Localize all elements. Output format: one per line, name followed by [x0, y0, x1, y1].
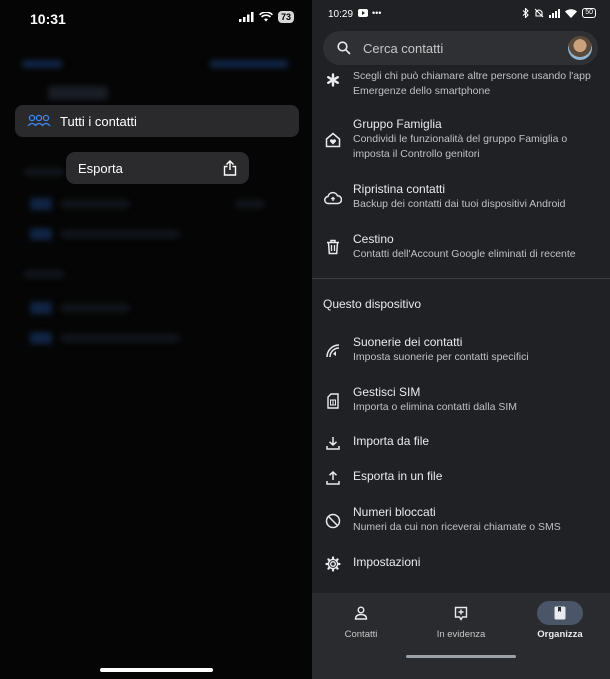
manage-sim-row[interactable]: Gestisci SIM Importa o elimina contatti …	[312, 385, 610, 419]
section-divider	[312, 278, 610, 279]
signal-icon	[549, 8, 561, 18]
row-subtitle: Contatti dell'Account Google eliminati d…	[353, 248, 576, 260]
search-icon	[337, 41, 351, 55]
android-screen: 10:29 ••• 50 Cerca contatti Scegli chi p…	[312, 0, 610, 679]
signal-icon	[238, 12, 254, 22]
row-subtitle: Numeri da cui non riceverai chiamate o S…	[353, 521, 561, 533]
row-title: Gestisci SIM	[353, 385, 421, 399]
youtube-icon	[358, 9, 368, 17]
export-to-file-row[interactable]: Esporta in un file	[312, 469, 610, 487]
row-title: Suonerie dei contatti	[353, 335, 463, 349]
more-notifications-icon: •••	[372, 8, 382, 18]
highlight-icon	[454, 606, 468, 621]
home-indicator[interactable]	[100, 668, 213, 672]
bottom-navigation: Contatti In evidenza Organizza	[312, 593, 610, 679]
nav-label: In evidenza	[436, 629, 486, 640]
ringtone-icon	[326, 344, 340, 358]
export-label: Esporta	[78, 160, 123, 176]
organize-icon	[554, 606, 566, 620]
nav-label: Contatti	[344, 629, 378, 640]
wifi-icon	[565, 8, 578, 18]
battery-indicator: 50	[582, 8, 596, 18]
row-title: Esporta in un file	[353, 469, 443, 483]
gesture-bar[interactable]	[406, 655, 516, 658]
import-from-file-row[interactable]: Importa da file	[312, 434, 610, 452]
ios-screen: 10:31 73 Tutti i contatti Esporta	[0, 0, 312, 679]
wifi-icon	[259, 12, 273, 22]
bluetooth-icon	[522, 8, 530, 18]
row-title: Gruppo Famiglia	[353, 117, 442, 131]
row-title: Importa da file	[353, 434, 430, 448]
restore-contacts-row[interactable]: Ripristina contatti Backup dei contatti …	[312, 182, 610, 216]
android-status-bar: 10:29 ••• 50	[312, 0, 610, 28]
cloud-restore-icon	[324, 191, 342, 205]
download-icon	[326, 437, 340, 450]
contact-ringtones-row[interactable]: Suonerie dei contatti Imposta suonerie p…	[312, 335, 610, 369]
block-icon	[325, 513, 341, 529]
search-bar[interactable]: Cerca contatti	[323, 31, 598, 65]
account-avatar[interactable]	[568, 36, 592, 60]
family-group-row[interactable]: Gruppo Famiglia Condividi le funzionalit…	[312, 117, 610, 165]
mute-icon	[534, 8, 544, 18]
gear-icon	[325, 556, 341, 572]
group-icon	[27, 114, 51, 127]
share-icon	[223, 160, 237, 176]
family-home-icon	[325, 132, 341, 148]
nav-tab-organize[interactable]: Organizza	[515, 601, 605, 640]
row-subtitle: Importa o elimina contatti dalla SIM	[353, 401, 517, 413]
status-time: 10:29	[328, 9, 354, 20]
battery-indicator: 73	[277, 11, 294, 23]
all-contacts-item[interactable]: Tutti i contatti	[15, 105, 299, 137]
row-title: Numeri bloccati	[353, 505, 436, 519]
all-contacts-label: Tutti i contatti	[60, 113, 137, 129]
person-icon	[354, 606, 368, 620]
row-subtitle: Imposta suonerie per contatti specifici	[353, 351, 529, 363]
sim-card-icon	[327, 393, 339, 409]
trash-icon	[327, 239, 339, 255]
nav-tab-highlights[interactable]: In evidenza	[416, 601, 506, 640]
search-placeholder: Cerca contatti	[363, 40, 444, 56]
nav-label: Organizza	[537, 629, 583, 640]
row-subtitle: Backup dei contatti dai tuoi dispositivi…	[353, 198, 566, 210]
blocked-numbers-row[interactable]: Numeri bloccati Numeri da cui non riceve…	[312, 505, 610, 539]
row-title: Cestino	[353, 232, 394, 246]
emergency-contacts-row[interactable]: Scegli chi può chiamare altre persone us…	[312, 69, 610, 101]
nav-tab-contacts[interactable]: Contatti	[316, 601, 406, 640]
emergency-asterisk-icon	[327, 73, 340, 87]
status-time: 10:31	[30, 11, 66, 27]
settings-row[interactable]: Impostazioni	[312, 555, 610, 573]
row-subtitle: Condividi le funzionalità del gruppo Fam…	[353, 133, 568, 160]
upload-icon	[326, 471, 340, 485]
section-title-this-device: Questo dispositivo	[323, 297, 422, 311]
row-title: Impostazioni	[353, 555, 421, 569]
row-subtitle: Scegli chi può chiamare altre persone us…	[353, 70, 591, 97]
export-menu-option[interactable]: Esporta	[66, 152, 249, 184]
row-title: Ripristina contatti	[353, 182, 446, 196]
ios-status-bar: 10:31 73	[0, 0, 312, 36]
trash-row[interactable]: Cestino Contatti dell'Account Google eli…	[312, 232, 610, 266]
